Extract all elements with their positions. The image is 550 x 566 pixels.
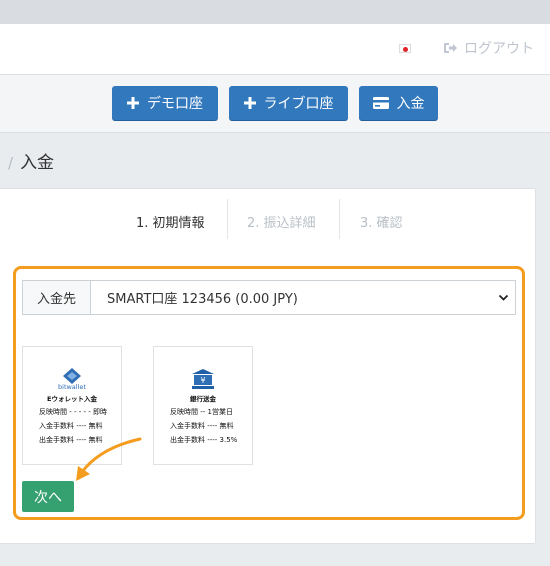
deposit-destination-value[interactable]: SMART口座 123456 (0.00 JPY) [91, 281, 515, 314]
method-name: Eウォレット入金 [47, 395, 97, 403]
method-bank-transfer[interactable]: ¥ 銀行送金 反映時間 -- 1営業日 入金手数料 ---- 無料 出金手数料 … [153, 346, 253, 465]
method-bitwallet[interactable]: bitwallet Eウォレット入金 反映時間 - - - - - 即時 入金手… [22, 346, 122, 465]
live-account-label: ライブ口座 [263, 96, 334, 112]
selected-account: SMART口座 123456 (0.00 JPY) [107, 292, 298, 307]
step-confirm: 3. 確認 [360, 216, 403, 231]
live-account-button[interactable]: ライブ口座 [229, 86, 348, 120]
step-divider [339, 199, 340, 239]
step-transfer-details: 2. 振込詳細 [247, 216, 316, 231]
step-initial-info: 1. 初期情報 [136, 216, 205, 231]
bitwallet-brand: bitwallet [58, 383, 86, 391]
method-row: 入金手数料 ---- 無料 [39, 422, 103, 430]
logout-icon [444, 43, 457, 53]
svg-text:¥: ¥ [200, 376, 205, 385]
method-name: 銀行送金 [190, 395, 216, 403]
method-row: 入金手数料 ---- 無料 [170, 422, 234, 430]
deposit-destination-label: 入金先 [23, 281, 91, 314]
method-row: 反映時間 - - - - - 即時 [39, 408, 107, 416]
demo-account-label: デモ口座 [147, 96, 203, 112]
step-divider [227, 199, 228, 239]
method-row: 出金手数料 ---- 無料 [39, 436, 103, 444]
logout-label: ログアウト [464, 41, 534, 57]
bank-icon: ¥ [154, 369, 252, 389]
method-row: 出金手数料 ---- 3.5% [170, 436, 238, 444]
bitwallet-logo-icon [23, 368, 121, 384]
chevron-down-icon [498, 294, 509, 301]
credit-card-icon [372, 97, 389, 109]
breadcrumb: / 入金 [8, 148, 54, 173]
logout-link[interactable]: ログアウト [442, 38, 534, 58]
demo-account-button[interactable]: デモ口座 [112, 86, 218, 120]
deposit-label: 入金 [396, 96, 425, 112]
page-title: 入金 [20, 153, 55, 173]
deposit-destination-select[interactable]: 入金先 SMART口座 123456 (0.00 JPY) [22, 280, 516, 315]
top-strip [0, 0, 550, 24]
method-row: 反映時間 -- 1営業日 [170, 408, 233, 416]
japan-flag-icon[interactable] [399, 44, 411, 53]
deposit-button[interactable]: 入金 [359, 86, 438, 120]
plus-icon [243, 97, 256, 109]
plus-icon [127, 97, 139, 109]
next-button[interactable]: 次へ [22, 481, 74, 512]
breadcrumb-separator: / [8, 154, 14, 172]
